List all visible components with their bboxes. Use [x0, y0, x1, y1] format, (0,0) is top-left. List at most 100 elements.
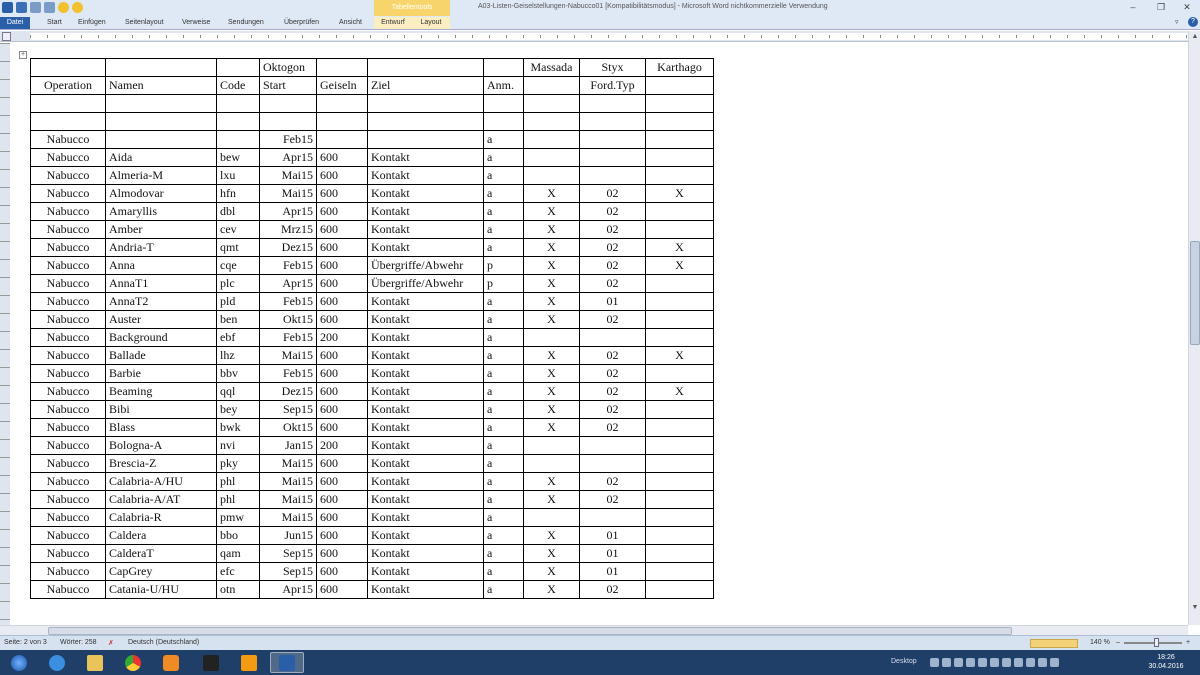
table-cell-massada[interactable] — [523, 166, 580, 185]
table-cell-namen[interactable]: Barbie — [105, 364, 217, 383]
table-cell-start[interactable]: Mai15 — [259, 454, 317, 473]
table-cell-code[interactable] — [216, 94, 260, 113]
table-cell-namen[interactable]: Amaryllis — [105, 202, 217, 221]
table-cell-styx[interactable]: 01 — [579, 562, 646, 581]
table-cell-anm[interactable]: p — [483, 274, 524, 293]
tray-icon[interactable] — [930, 658, 939, 667]
table-cell-ziel[interactable]: Kontakt — [367, 238, 484, 257]
table-cell-namen[interactable]: AnnaT2 — [105, 292, 217, 311]
table-cell-massada[interactable] — [523, 130, 580, 149]
table-cell-start[interactable]: Feb15 — [259, 328, 317, 347]
table-cell-massada[interactable] — [523, 148, 580, 167]
table-cell-namen[interactable]: Background — [105, 328, 217, 347]
tab-seitenlayout[interactable]: Seitenlayout — [125, 17, 164, 29]
table-cell-operation[interactable]: Nabucco — [30, 202, 106, 221]
table-cell-massada[interactable]: X — [523, 400, 580, 419]
table-cell-operation[interactable]: Nabucco — [30, 580, 106, 599]
table-cell-anm[interactable]: a — [483, 220, 524, 239]
table-cell-ziel[interactable]: Kontakt — [367, 310, 484, 329]
table-cell-karthago[interactable] — [645, 310, 714, 329]
table-cell-code[interactable]: efc — [216, 562, 260, 581]
tray-icon[interactable] — [1014, 658, 1023, 667]
table-cell-namen[interactable]: Catania-U/HU — [105, 580, 217, 599]
table-cell-operation[interactable]: Nabucco — [30, 346, 106, 365]
table-cell-anm[interactable]: a — [483, 400, 524, 419]
table-cell-geiseln[interactable]: 600 — [316, 238, 368, 257]
table-cell-styx[interactable]: 02 — [579, 490, 646, 509]
table-cell-operation[interactable]: Nabucco — [30, 454, 106, 473]
table-cell-operation[interactable]: Nabucco — [30, 364, 106, 383]
table-cell-massada[interactable]: X — [523, 382, 580, 401]
table-cell-ziel[interactable]: Kontakt — [367, 580, 484, 599]
table-cell-ziel[interactable]: Kontakt — [367, 220, 484, 239]
table-cell-karthago[interactable] — [645, 580, 714, 599]
vertical-scroll-thumb[interactable] — [1190, 241, 1200, 345]
vertical-scrollbar[interactable]: ▲ ▼ — [1188, 31, 1200, 625]
table-cell-namen[interactable]: Beaming — [105, 382, 217, 401]
restore-button[interactable]: ❐ — [1152, 1, 1170, 14]
table-cell-operation[interactable]: Nabucco — [30, 274, 106, 293]
table-cell-ziel[interactable]: Kontakt — [367, 184, 484, 203]
table-cell-karthago[interactable] — [645, 364, 714, 383]
table-cell-ziel[interactable] — [367, 58, 484, 77]
tab-start[interactable]: Start — [47, 17, 62, 29]
table-cell-styx[interactable] — [579, 436, 646, 455]
table-cell-start[interactable]: Dez15 — [259, 382, 317, 401]
minimize-button[interactable]: – — [1124, 1, 1142, 14]
table-cell-styx[interactable]: 02 — [579, 238, 646, 257]
table-cell-operation[interactable]: Nabucco — [30, 130, 106, 149]
table-cell-namen[interactable]: CapGrey — [105, 562, 217, 581]
taskbar-word[interactable] — [270, 652, 304, 673]
table-cell-operation[interactable]: Nabucco — [30, 184, 106, 203]
language-indicator[interactable]: Deutsch (Deutschland) — [128, 639, 199, 646]
table-cell-geiseln[interactable]: 600 — [316, 418, 368, 437]
tab-verweise[interactable]: Verweise — [182, 17, 210, 29]
table-cell-geiseln[interactable]: 600 — [316, 562, 368, 581]
table-cell-operation[interactable]: Nabucco — [30, 256, 106, 275]
table-cell-code[interactable]: ben — [216, 310, 260, 329]
table-cell-operation[interactable]: Nabucco — [30, 526, 106, 545]
table-cell-operation[interactable]: Nabucco — [30, 544, 106, 563]
table-cell-karthago[interactable] — [645, 490, 714, 509]
table-cell-styx[interactable] — [579, 166, 646, 185]
table-cell-ziel[interactable] — [367, 112, 484, 131]
table-cell-geiseln[interactable]: 600 — [316, 364, 368, 383]
table-cell-start[interactable]: Dez15 — [259, 238, 317, 257]
table-cell-anm[interactable]: a — [483, 166, 524, 185]
table-cell-ziel[interactable]: Kontakt — [367, 490, 484, 509]
table-cell-code[interactable]: qam — [216, 544, 260, 563]
table-cell-massada[interactable]: X — [523, 418, 580, 437]
tab-entwurf[interactable]: Entwurf — [374, 17, 412, 29]
table-cell-styx[interactable]: 01 — [579, 544, 646, 563]
table-cell-namen[interactable]: AnnaT1 — [105, 274, 217, 293]
table-cell-karthago[interactable]: X — [645, 346, 714, 365]
data-table[interactable]: Oktogon Massada Styx Karthago Operation Namen… — [30, 58, 714, 599]
table-cell-geiseln[interactable]: 200 — [316, 328, 368, 347]
table-cell-geiseln[interactable]: 600 — [316, 202, 368, 221]
table-cell-styx[interactable] — [579, 112, 646, 131]
table-cell-code[interactable]: cev — [216, 220, 260, 239]
table-cell-anm[interactable]: a — [483, 148, 524, 167]
zoom-level[interactable]: 140 % — [1090, 639, 1110, 646]
table-cell-massada[interactable]: X — [523, 580, 580, 599]
table-cell-operation[interactable]: Nabucco — [30, 148, 106, 167]
redo-icon[interactable] — [44, 2, 55, 13]
table-cell-namen[interactable]: Auster — [105, 310, 217, 329]
table-cell-styx[interactable] — [579, 454, 646, 473]
table-cell-massada[interactable]: X — [523, 544, 580, 563]
table-cell-namen[interactable]: CalderaT — [105, 544, 217, 563]
taskbar-chrome[interactable] — [116, 652, 150, 673]
table-cell-styx[interactable]: 02 — [579, 364, 646, 383]
table-cell-operation[interactable]: Nabucco — [30, 490, 106, 509]
table-cell-ziel[interactable]: Kontakt — [367, 562, 484, 581]
table-cell-karthago[interactable] — [645, 274, 714, 293]
table-cell-styx[interactable]: 02 — [579, 184, 646, 203]
table-cell-code[interactable]: bey — [216, 400, 260, 419]
table-cell-namen[interactable]: Almeria-M — [105, 166, 217, 185]
table-cell-anm[interactable]: a — [483, 436, 524, 455]
table-cell-namen[interactable]: Brescia-Z — [105, 454, 217, 473]
table-cell-massada[interactable]: X — [523, 562, 580, 581]
table-cell-anm[interactable]: a — [483, 418, 524, 437]
table-cell-namen[interactable]: Almodovar — [105, 184, 217, 203]
table-cell-massada[interactable]: Massada — [523, 58, 580, 77]
